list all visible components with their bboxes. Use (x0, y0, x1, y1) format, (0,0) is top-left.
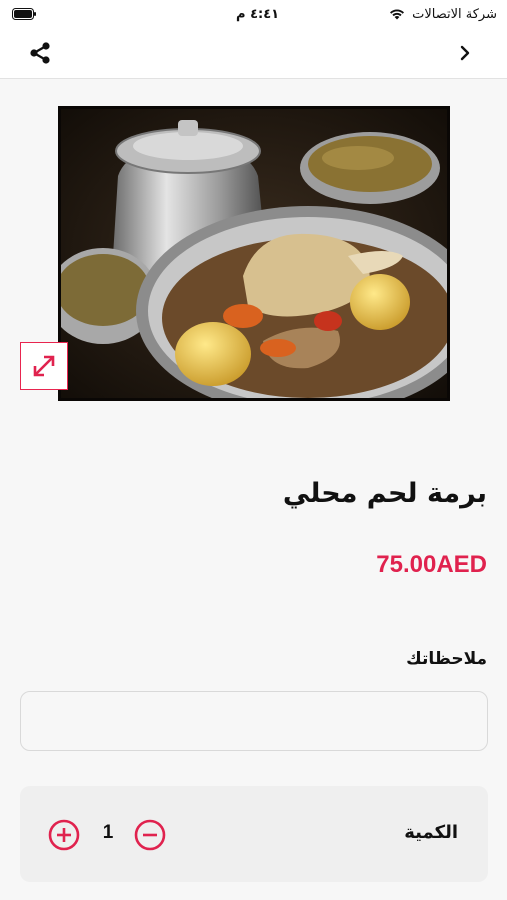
quantity-card: الكمية 1 (20, 786, 488, 882)
status-time: ٤:٤١ م (236, 7, 280, 22)
notes-label: ملاحظاتك (406, 649, 487, 669)
wifi-icon (390, 9, 404, 20)
product-title: برمة لحم محلي (282, 478, 487, 509)
plus-circle-icon[interactable] (48, 819, 80, 851)
carrier-name: شركة الاتصالات (412, 7, 497, 22)
expand-icon (33, 355, 55, 377)
minus-circle-icon[interactable] (134, 819, 166, 851)
nav-bar (0, 28, 507, 79)
quantity-value: 1 (102, 822, 114, 843)
chevron-right-icon[interactable] (455, 43, 475, 63)
expand-image-button[interactable] (20, 342, 68, 390)
quantity-label: الكمية (404, 822, 458, 843)
share-icon[interactable] (26, 39, 54, 67)
product-price: 75.00AED (376, 551, 487, 578)
food-photo (58, 106, 450, 401)
product-image (58, 106, 450, 401)
battery-icon (12, 8, 36, 20)
status-bar: ٤:٤١ م شركة الاتصالات (0, 0, 507, 28)
notes-input[interactable] (20, 691, 488, 751)
